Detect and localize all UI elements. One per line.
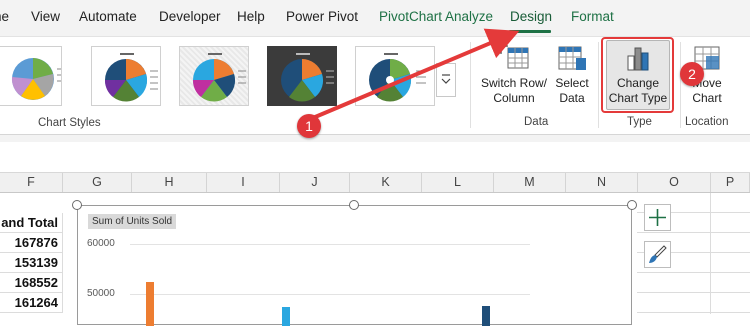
annotation-badge-1: 1 <box>297 114 321 138</box>
annotation-badge-2: 2 <box>680 62 704 86</box>
arrow-line <box>308 34 512 120</box>
annotation-arrow <box>0 0 750 314</box>
